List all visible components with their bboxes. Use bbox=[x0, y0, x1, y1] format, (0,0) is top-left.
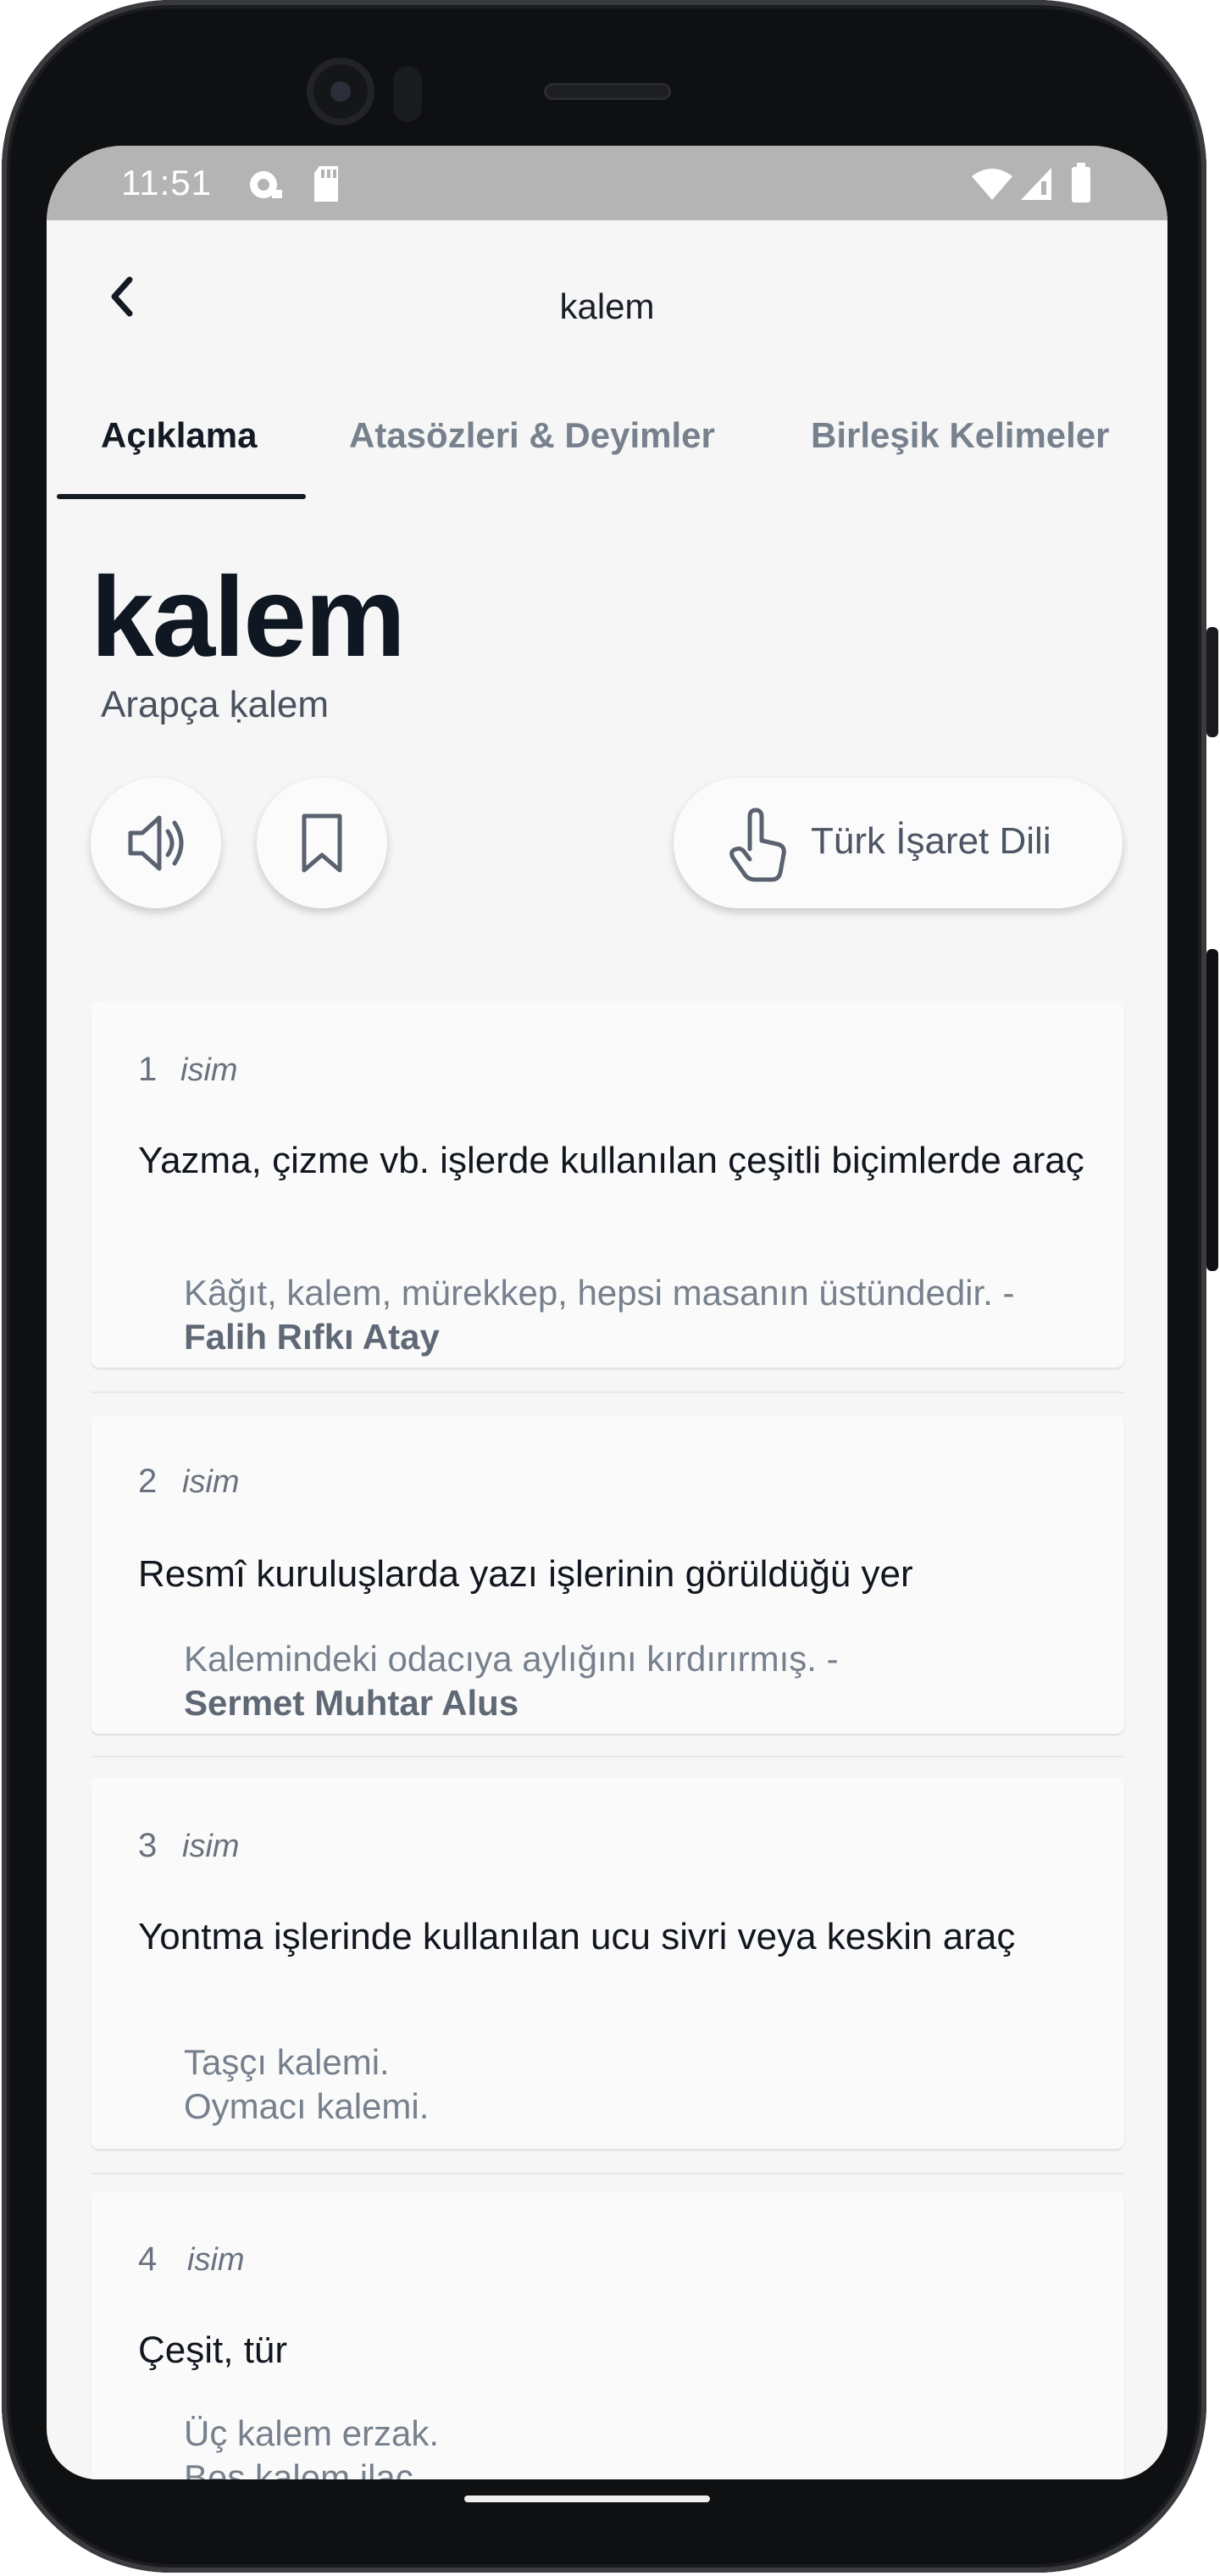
active-tab-indicator bbox=[57, 494, 306, 499]
meaning-definition: Yontma işlerinde kullanılan ucu sivri ve… bbox=[138, 1916, 1016, 1957]
bookmark-icon bbox=[302, 813, 342, 873]
meaning-pos: isim bbox=[187, 2242, 245, 2278]
meaning-definition: Yazma, çizme vb. işlerde kullanılan çeşi… bbox=[138, 1140, 1084, 1181]
earpiece-speaker bbox=[544, 83, 671, 100]
home-indicator[interactable] bbox=[464, 2496, 710, 2502]
meaning-example: Üç kalem erzak. Beş kalem ilaç. bbox=[184, 2412, 1082, 2479]
example-line: Oymacı kalemi. bbox=[184, 2086, 430, 2126]
tab-aciklama[interactable]: Açıklama bbox=[101, 415, 257, 456]
tab-bar: Açıklama Atasözleri & Deyimler Birleşik … bbox=[47, 369, 1167, 504]
meaning-number: 2 bbox=[138, 1463, 158, 1500]
meaning-card-1: 1 isim Yazma, çizme vb. işlerde kullanıl… bbox=[91, 1002, 1124, 1368]
divider bbox=[91, 1391, 1124, 1393]
meaning-card-2: 2 isim Resmî kuruluşlarda yazı işlerinin… bbox=[91, 1415, 1124, 1734]
example-text: Kâğıt, kalem, mürekkep, hepsi masanın üs… bbox=[184, 1273, 1015, 1313]
status-bar: 11:51 bbox=[47, 146, 1167, 220]
meaning-number: 1 bbox=[138, 1051, 158, 1088]
entry-word: kalem bbox=[91, 554, 406, 680]
example-author: Falih Rıfkı Atay bbox=[184, 1317, 440, 1357]
example-author: Sermet Muhtar Alus bbox=[184, 1683, 519, 1723]
battery-icon bbox=[1072, 163, 1090, 203]
example-text: Kalemindeki odacıya aylığını kırdırırmış… bbox=[184, 1639, 839, 1679]
example-line: Üç kalem erzak. bbox=[184, 2413, 440, 2453]
meaning-number: 4 bbox=[138, 2240, 158, 2278]
page-title: kalem bbox=[559, 286, 655, 326]
speaker-icon bbox=[128, 815, 184, 871]
hand-pointer-icon bbox=[729, 808, 786, 882]
meaning-example: Taşçı kalemi. Oymacı kalemi. bbox=[184, 2040, 1082, 2129]
pronounce-button[interactable] bbox=[91, 778, 221, 908]
proximity-sensor bbox=[393, 66, 422, 122]
screen: 11:51 kalem Açıklama Atasözleri & Deyiml… bbox=[47, 146, 1167, 2479]
divider bbox=[91, 2173, 1124, 2174]
meaning-definition: Çeşit, tür bbox=[138, 2329, 288, 2371]
cellular-signal-icon bbox=[1021, 168, 1051, 200]
meaning-number: 3 bbox=[138, 1827, 158, 1864]
bookmark-button[interactable] bbox=[257, 778, 387, 908]
wifi-icon bbox=[972, 169, 1012, 200]
meaning-pos: isim bbox=[182, 1464, 240, 1500]
example-line: Taşçı kalemi. bbox=[184, 2042, 390, 2082]
sd-card-icon bbox=[314, 166, 338, 202]
meaning-pos: isim bbox=[180, 1052, 238, 1088]
meaning-example: Kâğıt, kalem, mürekkep, hepsi masanın üs… bbox=[184, 1271, 1082, 1359]
meaning-card-4: 4 isim Çeşit, tür Üç kalem erzak. Beş kal… bbox=[91, 2191, 1124, 2479]
status-time: 11:51 bbox=[121, 163, 212, 203]
meaning-pos: isim bbox=[182, 1829, 240, 1864]
notification-icon bbox=[250, 171, 282, 198]
tab-birlesik-kelimeler[interactable]: Birleşik Kelimeler bbox=[811, 415, 1110, 456]
sign-language-label: Türk İşaret Dili bbox=[811, 820, 1051, 862]
example-line: Beş kalem ilaç. bbox=[184, 2457, 424, 2479]
meaning-card-3: 3 isim Yontma işlerinde kullanılan ucu s… bbox=[91, 1778, 1124, 2149]
tab-atasozleri-deyimler[interactable]: Atasözleri & Deyimler bbox=[349, 415, 715, 456]
sign-language-button[interactable]: Türk İşaret Dili bbox=[674, 778, 1123, 908]
entry-origin: Arapça ḳalem bbox=[101, 684, 330, 725]
side-button-lower bbox=[1206, 949, 1218, 1271]
app-bar: kalem bbox=[47, 220, 1167, 369]
front-camera bbox=[307, 58, 374, 125]
side-button-upper bbox=[1206, 627, 1218, 737]
meaning-example: Kalemindeki odacıya aylığını kırdırırmış… bbox=[184, 1637, 1082, 1725]
meaning-definition: Resmî kuruluşlarda yazı işlerinin görüld… bbox=[138, 1553, 913, 1595]
divider bbox=[91, 1756, 1124, 1757]
